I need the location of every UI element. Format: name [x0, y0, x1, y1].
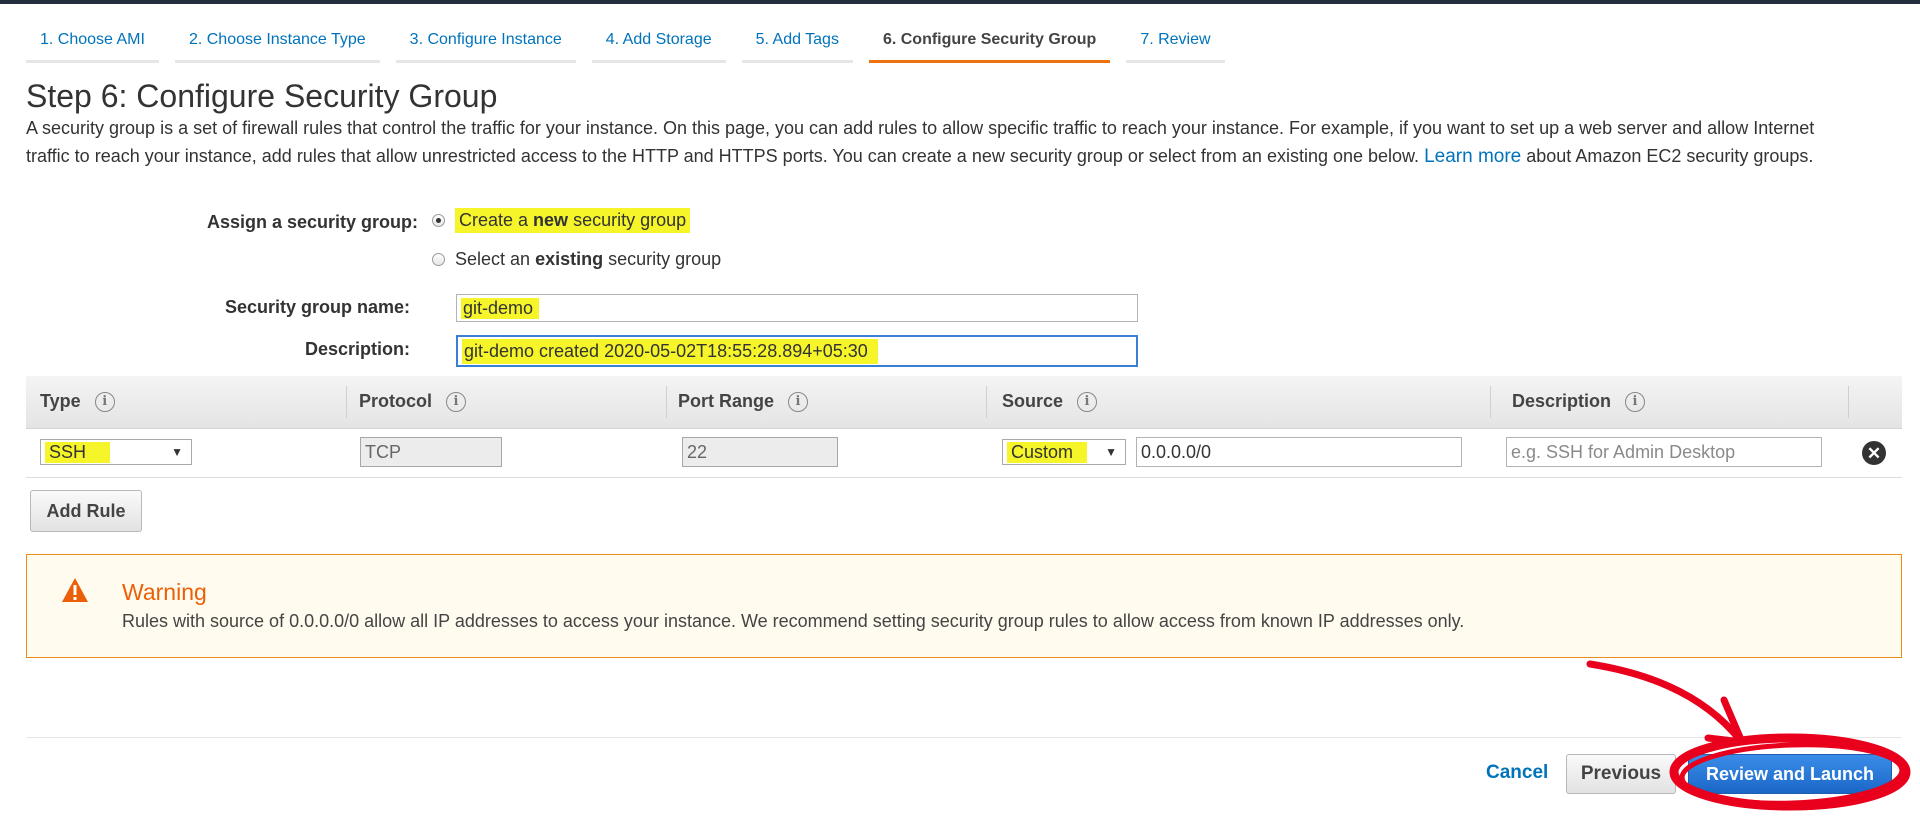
port-range-field: 22 [682, 437, 838, 467]
column-divider [666, 386, 667, 418]
tab-choose-ami[interactable]: 1. Choose AMI [26, 24, 159, 63]
tab-add-storage[interactable]: 4. Add Storage [591, 24, 726, 63]
intro-suffix: about Amazon EC2 security groups. [1526, 146, 1814, 166]
info-icon[interactable]: i [1625, 391, 1646, 412]
info-icon[interactable]: i [446, 391, 467, 412]
tab-add-tags[interactable]: 5. Add Tags [741, 24, 853, 63]
column-divider [986, 386, 987, 418]
warning-title: Warning [122, 579, 207, 605]
radio-create-new-label: Create a new security group [455, 208, 691, 233]
warning-text: Rules with source of 0.0.0.0/0 allow all… [122, 611, 1465, 631]
type-select[interactable]: SSH ▼ [40, 439, 192, 465]
security-group-name-input[interactable]: git-demo [456, 294, 1138, 322]
radio-select-existing[interactable]: Select an existing security group [432, 249, 721, 270]
tab-choose-instance-type[interactable]: 2. Choose Instance Type [174, 24, 380, 63]
tab-review[interactable]: 7. Review [1126, 24, 1225, 63]
remove-rule-icon[interactable]: ✕ [1862, 441, 1886, 465]
tab-configure-security-group[interactable]: 6. Configure Security Group [868, 24, 1111, 63]
column-divider [346, 386, 347, 418]
source-cidr-input[interactable]: 0.0.0.0/0 [1136, 437, 1462, 467]
previous-button[interactable]: Previous [1566, 754, 1676, 794]
rules-table: Type i Protocol i Port Range i Source i Desc… [26, 376, 1902, 478]
review-and-launch-button[interactable]: Review and Launch [1688, 754, 1892, 794]
footer-divider [26, 737, 1902, 738]
column-divider [1848, 386, 1849, 418]
warning-box: Warning Rules with source of 0.0.0.0/0 a… [26, 554, 1902, 658]
tab-configure-instance[interactable]: 3. Configure Instance [395, 24, 576, 63]
column-source: Source i [1002, 391, 1098, 412]
cancel-button[interactable]: Cancel [1486, 762, 1548, 784]
description-input[interactable]: git-demo created 2020-05-02T18:55:28.894… [456, 335, 1138, 367]
rule-description-input[interactable]: e.g. SSH for Admin Desktop [1506, 437, 1822, 467]
assign-security-group-label: Assign a security group: [206, 212, 418, 232]
protocol-field: TCP [360, 437, 502, 467]
learn-more-link[interactable]: Learn more [1424, 146, 1521, 167]
top-bar [0, 0, 1920, 4]
description-value: git-demo created 2020-05-02T18:55:28.894… [462, 338, 878, 364]
info-icon[interactable]: i [1077, 391, 1098, 412]
info-icon[interactable]: i [94, 391, 115, 412]
chevron-down-icon: ▼ [1105, 445, 1117, 459]
rules-table-header: Type i Protocol i Port Range i Source i Desc… [26, 376, 1902, 429]
chevron-down-icon: ▼ [171, 445, 183, 459]
radio-create-new[interactable]: Create a new security group [432, 208, 691, 233]
radio-select-existing-button[interactable] [432, 253, 445, 266]
column-type: Type i [40, 391, 115, 412]
column-port-range: Port Range i [678, 391, 809, 412]
wizard-tabs: 1. Choose AMI 2. Choose Instance Type 3.… [26, 24, 1225, 63]
column-divider [1490, 386, 1491, 418]
radio-create-new-button[interactable] [432, 214, 445, 227]
add-rule-button[interactable]: Add Rule [30, 490, 142, 532]
description-label: Description: [304, 339, 410, 359]
column-description: Description i [1512, 391, 1646, 412]
security-group-name-label: Security group name: [224, 297, 410, 317]
warning-icon [62, 578, 88, 602]
page-title: Step 6: Configure Security Group [26, 78, 498, 114]
source-select[interactable]: Custom ▼ [1002, 439, 1126, 465]
security-group-name-value: git-demo [461, 297, 540, 319]
column-protocol: Protocol i [359, 391, 467, 412]
radio-select-existing-label: Select an existing security group [455, 249, 722, 269]
table-row: SSH ▼ TCP 22 Custom ▼ 0.0.0.0/0 e.g. SSH… [26, 429, 1902, 478]
info-icon[interactable]: i [788, 391, 809, 412]
intro-paragraph: A security group is a set of firewall ru… [26, 114, 1856, 171]
